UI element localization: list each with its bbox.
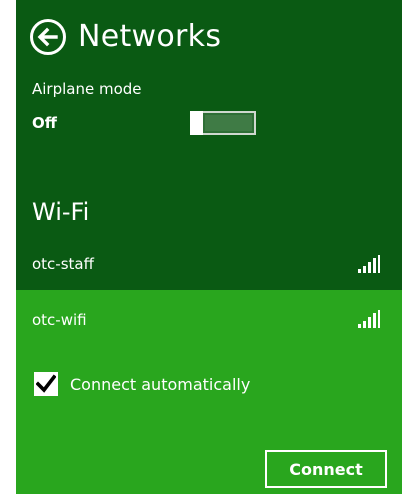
network-item-otc-wifi[interactable]: otc-wifi Connect automatically Connect [16,290,402,494]
connect-automatically-label: Connect automatically [70,374,251,394]
airplane-mode-state: Off [32,114,57,132]
panel-header: Networks [28,14,221,60]
signal-strength-icon [358,310,380,328]
airplane-mode-label: Airplane mode [32,80,142,98]
checkmark-icon [36,374,56,393]
connect-button[interactable]: Connect [265,450,387,488]
toggle-track [205,115,252,131]
network-name: otc-wifi [32,311,87,329]
back-button[interactable] [28,17,68,57]
network-name: otc-staff [32,255,94,273]
connect-automatically-checkbox[interactable] [34,372,58,396]
airplane-mode-toggle[interactable] [190,111,256,135]
toggle-thumb[interactable] [190,111,203,135]
networks-panel: Networks Airplane mode Off Wi-Fi otc-sta… [16,0,402,494]
connect-automatically-option[interactable]: Connect automatically [34,372,250,396]
wifi-heading: Wi-Fi [32,198,90,226]
signal-strength-icon [358,255,380,273]
network-item-otc-staff[interactable]: otc-staff [16,238,402,290]
page-title: Networks [78,19,222,54]
back-arrow-circle-icon [30,19,66,55]
